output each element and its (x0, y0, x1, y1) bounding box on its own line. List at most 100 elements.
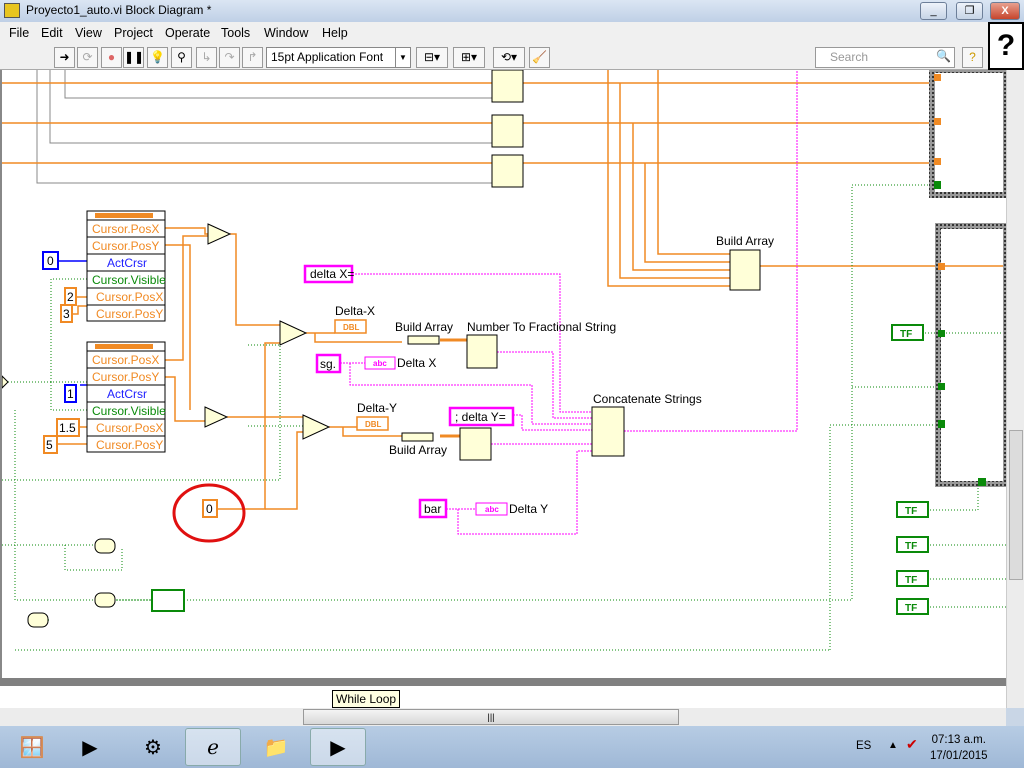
constant-value: 0 (206, 502, 213, 516)
string-value: ; delta Y= (455, 410, 506, 424)
constant-value: 1.5 (59, 421, 76, 435)
menu-tools[interactable]: Tools (221, 26, 250, 40)
index-array-nodes[interactable] (491, 70, 524, 188)
vertical-scrollbar[interactable] (1006, 70, 1024, 708)
retain-wire-values-icon[interactable]: ⚲ (171, 47, 192, 68)
number-to-fractional-string-node[interactable] (459, 427, 492, 461)
menu-project[interactable]: Project (114, 26, 153, 40)
build-array-label: Build Array (395, 320, 453, 334)
delta-x-label: Delta-X (335, 304, 375, 318)
and-gate-icon[interactable] (27, 612, 49, 628)
property-cursor-posy: Cursor.PosY (92, 239, 159, 253)
step-out-icon[interactable]: ↱ (242, 47, 263, 68)
property-cursor-posx: Cursor.PosX (92, 222, 159, 236)
constant-value: 0 (47, 254, 54, 268)
property-cursor-posx: Cursor.PosX (96, 421, 163, 435)
property-cursor-visible: Cursor.Visible (92, 404, 166, 418)
file-explorer-icon[interactable]: 📁 (248, 728, 304, 766)
sequence-frame[interactable] (935, 223, 1006, 487)
vertical-scroll-thumb[interactable] (1009, 430, 1023, 580)
hp-icon[interactable]: ⚙ (125, 728, 181, 766)
distribute-objects-icon[interactable]: ⊞▾ (453, 47, 485, 68)
constant-value: 3 (63, 307, 70, 321)
and-gate-icon[interactable] (94, 538, 116, 554)
clean-up-diagram-icon[interactable]: 🧹 (529, 47, 550, 68)
step-over-icon[interactable]: ↷ (219, 47, 240, 68)
internet-explorer-icon[interactable]: ℯ (185, 728, 241, 766)
context-help-button[interactable]: ? (962, 47, 983, 68)
horizontal-scroll-thumb[interactable]: ||| (303, 709, 679, 725)
property-actcrsr: ActCrsr (107, 256, 147, 270)
subtract-icon[interactable] (207, 223, 232, 245)
window-title: Proyecto1_auto.vi Block Diagram * (26, 3, 212, 17)
shift-register-node[interactable] (151, 589, 185, 612)
search-icon[interactable]: 🔍 (933, 47, 954, 68)
clock[interactable]: 07:13 a.m. 17/01/2015 (930, 732, 988, 764)
property-cursor-posy: Cursor.PosY (92, 370, 159, 384)
show-hidden-icons-icon[interactable]: ▲ (888, 740, 898, 751)
reorder-icon[interactable]: ⟲▾ (493, 47, 525, 68)
property-node-2[interactable]: Cursor.PosX Cursor.PosY ActCrsr Cursor.V… (86, 341, 166, 453)
font-select-value: 15pt Application Font (271, 50, 384, 64)
delta-x-indicator-label: Delta X (397, 356, 436, 370)
build-array-label: Build Array (389, 443, 447, 457)
pause-icon[interactable]: ❚❚ (123, 47, 144, 68)
menu-file[interactable]: File (9, 26, 29, 40)
property-node-1[interactable]: Cursor.PosX Cursor.PosY ActCrsr Cursor.V… (86, 210, 166, 322)
menu-view[interactable]: View (75, 26, 102, 40)
run-arrow-icon[interactable]: ➜ (54, 47, 75, 68)
highlight-execution-icon[interactable]: 💡 (147, 47, 168, 68)
font-select[interactable]: 15pt Application Font ▼ (266, 47, 411, 68)
build-array-node[interactable] (401, 432, 434, 442)
antivirus-icon[interactable]: ✔ (906, 736, 918, 753)
abc-label: abc (485, 505, 499, 514)
menu-help[interactable]: Help (322, 26, 348, 40)
reference-wires (36, 70, 492, 184)
property-cursor-posy: Cursor.PosY (96, 438, 163, 452)
minimize-button[interactable]: _ (920, 2, 947, 20)
select-icon[interactable] (279, 320, 308, 346)
labview-taskbar-icon[interactable]: ▶ (310, 728, 366, 766)
property-cursor-posx: Cursor.PosX (92, 353, 159, 367)
tf-label: TF (905, 575, 917, 586)
help-icon[interactable]: ? (988, 22, 1024, 70)
abc-label: abc (373, 359, 387, 368)
clock-time: 07:13 a.m. (931, 734, 986, 746)
build-array-top-node[interactable] (729, 249, 761, 291)
and-gate-icon[interactable] (94, 592, 116, 608)
restore-button[interactable]: ❐ (956, 2, 983, 20)
horizontal-scrollbar[interactable]: ||| (0, 708, 1006, 726)
property-actcrsr: ActCrsr (107, 387, 147, 401)
while-loop-border (0, 678, 1006, 686)
start-button-icon[interactable]: 🪟 (4, 728, 60, 766)
tf-label: TF (905, 541, 917, 552)
string-value: sg. (320, 357, 336, 371)
close-button[interactable]: X (990, 2, 1020, 20)
menu-window[interactable]: Window (264, 26, 308, 40)
chevron-down-icon: ▼ (395, 48, 410, 67)
not-gate-icon[interactable] (2, 375, 9, 389)
block-diagram[interactable]: Build Array TF TF TF TF TF Cursor.PosX C… (2, 70, 1006, 678)
toolbar: ➜ ⟳ ● ❚❚ 💡 ⚲ ↳ ↷ ↱ 15pt Application Font… (0, 44, 988, 70)
delta-y-indicator-label: Delta Y (509, 502, 548, 516)
delta-y-label: Delta-Y (357, 401, 397, 415)
property-cursor-visible: Cursor.Visible (92, 273, 166, 287)
select-icon[interactable] (302, 414, 331, 440)
step-into-icon[interactable]: ↳ (196, 47, 217, 68)
concatenate-strings-node[interactable] (591, 406, 625, 457)
menu-operate[interactable]: Operate (165, 26, 210, 40)
language-indicator[interactable]: ES (856, 740, 871, 752)
build-array-node[interactable] (407, 335, 440, 345)
run-continuously-icon[interactable]: ⟳ (77, 47, 98, 68)
abort-icon[interactable]: ● (101, 47, 122, 68)
number-to-fractional-string-node[interactable] (466, 334, 498, 369)
tf-label: TF (900, 329, 912, 340)
subtract-icon[interactable] (204, 406, 229, 428)
string-value: bar (424, 502, 441, 516)
sequence-frame-top[interactable] (929, 70, 1006, 198)
constant-value: 1 (67, 387, 74, 401)
align-objects-icon[interactable]: ⊟▾ (416, 47, 448, 68)
menu-edit[interactable]: Edit (41, 26, 63, 40)
concatenate-strings-label: Concatenate Strings (593, 392, 702, 406)
media-player-icon[interactable]: ▶ (62, 728, 118, 766)
